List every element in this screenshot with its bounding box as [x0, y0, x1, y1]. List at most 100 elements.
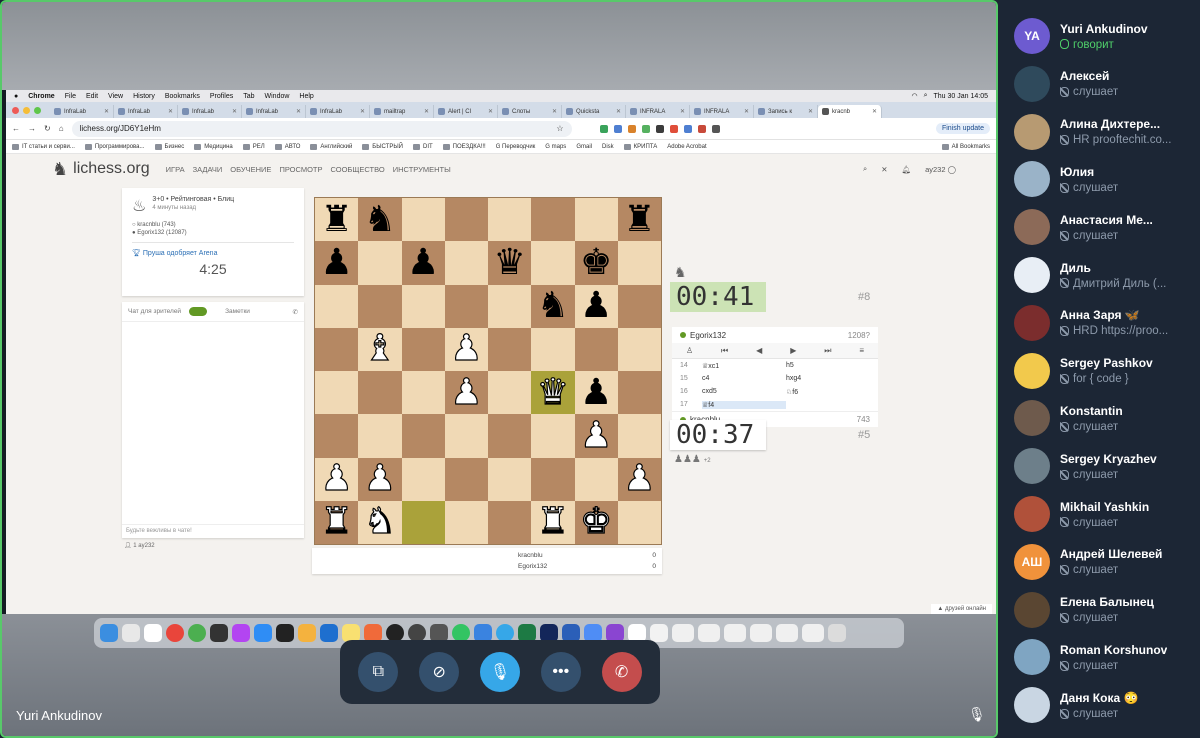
more-options-button[interactable]: •••: [540, 652, 581, 692]
close-icon[interactable]: ✕: [872, 108, 877, 115]
search-icon[interactable]: ⌕: [924, 92, 928, 100]
close-icon[interactable]: ✕: [881, 165, 887, 174]
board-square[interactable]: [488, 500, 532, 544]
close-icon[interactable]: ✕: [808, 108, 813, 115]
end-call-button[interactable]: ✆: [601, 652, 642, 692]
participant-row[interactable]: Konstantin слушает: [1014, 394, 1200, 442]
move-white[interactable]: ♕xc1: [702, 362, 786, 370]
board-square[interactable]: ♟: [617, 457, 661, 501]
board-square[interactable]: ♟: [444, 371, 488, 415]
board-square[interactable]: [444, 241, 488, 285]
board-square[interactable]: ♟: [315, 457, 359, 501]
bookmark-item[interactable]: Gmail: [576, 144, 592, 150]
menu-view[interactable]: View: [108, 93, 123, 100]
menu-history[interactable]: History: [133, 93, 155, 100]
black-pawn-icon[interactable]: ♟: [580, 374, 612, 411]
white-pawn-icon[interactable]: ♟: [363, 460, 396, 497]
bookmark-item[interactable]: Disk: [602, 144, 614, 150]
white-rook-icon[interactable]: ♜: [536, 503, 569, 540]
participant-row[interactable]: Диль Дмитрий Диль (...: [1014, 251, 1200, 299]
tab-infralab-4[interactable]: InfraLab ✕: [242, 105, 306, 118]
tab-infralab-1[interactable]: InfraLab ✕: [50, 105, 114, 118]
board-square[interactable]: [617, 241, 661, 285]
bookmark-item[interactable]: БЫСТРЫЙ: [362, 143, 403, 150]
white-pawn-icon[interactable]: ♟: [450, 374, 483, 411]
arena-link[interactable]: 🏆︎ Пруша одобряет Arena: [132, 242, 294, 257]
close-icon[interactable]: ✕: [680, 108, 685, 115]
outlook-icon[interactable]: [320, 624, 338, 642]
board-square[interactable]: ♜: [315, 198, 359, 242]
app-icon[interactable]: [210, 624, 228, 642]
board-square[interactable]: ♚: [574, 500, 618, 544]
participant-row[interactable]: Mikhail Yashkin слушает: [1014, 490, 1200, 538]
top-player-row[interactable]: Egorix132 1208?: [672, 327, 878, 343]
tab-infralab-3[interactable]: InfraLab ✕: [178, 105, 242, 118]
board-square[interactable]: [358, 371, 402, 415]
chess-board[interactable]: ♜ ♞ ♜ ♟ ♟ ♛ ♚ ♞ ♟ ♝ ♟ ♟ ♛ ♟ ♟ ♟ ♟ ♟ ♜ ♞ ♜ ♚: [314, 197, 662, 545]
zoom-window-button[interactable]: [34, 107, 41, 114]
search-icon[interactable]: ⌕: [863, 164, 867, 174]
window-thumb[interactable]: [776, 624, 798, 642]
back-icon[interactable]: ←: [12, 124, 20, 133]
board-square[interactable]: [531, 457, 575, 501]
move-black[interactable]: ♘f6: [786, 388, 870, 396]
board-square[interactable]: [531, 198, 575, 242]
mic-toggle-button[interactable]: 🎙︎: [479, 652, 520, 692]
participant-row[interactable]: Алексей слушает: [1014, 60, 1200, 108]
board-square[interactable]: ♟: [574, 371, 618, 415]
board-square[interactable]: [488, 284, 532, 328]
nav-community[interactable]: СООБЩЕСТВО: [331, 165, 385, 174]
board-square[interactable]: [574, 198, 618, 242]
menu-file[interactable]: File: [65, 93, 76, 100]
board-square[interactable]: [617, 371, 661, 415]
next-move-icon[interactable]: ▶: [790, 346, 796, 355]
board-square[interactable]: [358, 241, 402, 285]
bookmark-item[interactable]: Медицина: [194, 143, 233, 150]
black-knight-icon[interactable]: ♞: [364, 201, 396, 238]
board-square[interactable]: ♟: [574, 414, 618, 458]
close-icon[interactable]: ✕: [744, 108, 749, 115]
wifi-icon[interactable]: ◠: [911, 92, 917, 100]
black-pawn-icon[interactable]: ♟: [407, 244, 439, 281]
board-square[interactable]: [488, 414, 532, 458]
bookmark-item[interactable]: G maps: [545, 144, 566, 150]
board-square[interactable]: [315, 284, 359, 328]
chat-input[interactable]: Будьте вежливы в чате!: [122, 524, 304, 538]
tab-infrala-1[interactable]: INFRALA ✕: [626, 105, 690, 118]
extension-icon[interactable]: [599, 124, 608, 133]
window-thumb[interactable]: [750, 624, 772, 642]
window-thumb[interactable]: [802, 624, 824, 642]
screen-share-button[interactable]: ⧉: [358, 652, 399, 692]
board-square[interactable]: [444, 198, 488, 242]
all-bookmarks[interactable]: All Bookmarks: [941, 143, 990, 150]
reload-icon[interactable]: ↻: [44, 124, 51, 133]
board-square[interactable]: [488, 371, 532, 415]
board-square[interactable]: [531, 327, 575, 371]
extension-icon[interactable]: [613, 124, 622, 133]
board-square[interactable]: ♟: [444, 327, 488, 371]
tab-notes[interactable]: Заметки: [225, 308, 250, 315]
black-knight-icon[interactable]: ♞: [537, 288, 569, 324]
black-king-icon[interactable]: ♚: [580, 244, 612, 281]
participant-row[interactable]: Sergey Pashkov for { code }: [1014, 347, 1200, 395]
board-square[interactable]: [358, 284, 402, 328]
tab-infralab-5[interactable]: InfraLab ✕: [306, 105, 370, 118]
close-icon[interactable]: ✕: [616, 108, 621, 115]
tab-infralab-2[interactable]: InfraLab ✕: [114, 105, 178, 118]
participant-row[interactable]: Анна Заря 🦋 HRD https://proo...: [1014, 299, 1200, 347]
board-square[interactable]: [444, 457, 488, 501]
chrome-icon[interactable]: [166, 624, 184, 642]
finder-icon[interactable]: [100, 624, 118, 642]
bell-icon[interactable]: 🔔︎: [902, 165, 912, 174]
code-icon[interactable]: [144, 624, 162, 642]
bookmark-item[interactable]: Программирова...: [84, 143, 145, 150]
tab-sloty[interactable]: Слоты ✕: [498, 105, 562, 118]
board-square[interactable]: ♟: [315, 241, 359, 285]
board-square[interactable]: [401, 198, 445, 242]
tab-alert[interactable]: Alert | Cl ✕: [434, 105, 498, 118]
menu-help[interactable]: Help: [299, 93, 313, 100]
menu-tab[interactable]: Tab: [243, 93, 254, 100]
lichess-logo[interactable]: ♞ lichess.org: [52, 159, 150, 180]
board-square[interactable]: [488, 457, 532, 501]
photos-icon[interactable]: [298, 624, 316, 642]
